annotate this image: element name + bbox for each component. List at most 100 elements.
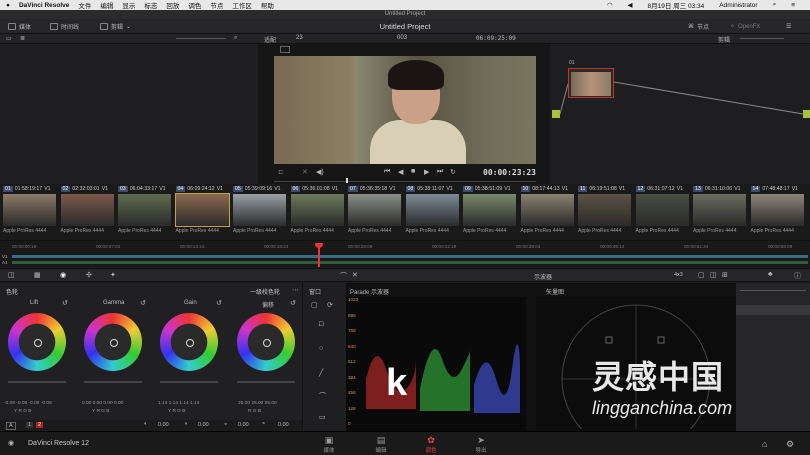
curve-window-icon[interactable]: ⌒ [319,391,326,401]
single-scope-icon[interactable]: ▢ [698,271,705,279]
gain-wheel[interactable] [160,313,218,371]
scrubber-playhead[interactable] [346,178,348,183]
lightbox-button[interactable]: ☰ [786,21,791,32]
rgb-mixer-icon[interactable]: ✣ [86,271,92,279]
clip-thumbnail[interactable]: 02 02:32:03:01 V1 Apple ProRes 4444 [59,184,116,240]
offset-values[interactable]: 25.00 25.00 25.00 [238,401,277,406]
menu-color[interactable]: 调色 [188,0,201,10]
clip-thumbnail[interactable]: 07 05:36:35:18 V1 Apple ProRes 4444 [346,184,403,240]
linear-window-icon[interactable]: ▢ [311,301,318,309]
pivot-value[interactable]: 0.00 [198,422,209,428]
node-01[interactable] [568,68,614,98]
info-row[interactable] [736,305,810,315]
node-mode[interactable]: 剪辑 [718,35,730,44]
viewer-mode-icon[interactable] [280,46,290,53]
page-one-button[interactable]: 1 [26,422,34,428]
lift-reset-icon[interactable]: ↺ [62,299,68,307]
clip-thumbnail[interactable]: 05 05:39:09:16 V1 Apple ProRes 4444 [231,184,288,240]
menu-help[interactable]: 帮助 [261,0,274,10]
nav-deliver[interactable]: ➤ 导出 [466,435,496,454]
gamma-master-slider[interactable] [84,381,142,383]
menu-workspace[interactable]: 工作区 [232,0,252,10]
wifi-icon[interactable]: ◠ [607,1,613,9]
list-icon[interactable]: ≡ [791,2,795,9]
curves-icon[interactable]: ⌒ [340,271,347,281]
menu-mark[interactable]: 标志 [144,0,157,10]
lift-master-slider[interactable] [8,381,66,383]
openfx-button[interactable]: ✧ OpenFX [730,21,760,32]
offset-master-slider[interactable] [237,381,295,383]
clip-thumbnail[interactable]: 09 05:38:51:09 V1 Apple ProRes 4444 [461,184,518,240]
volume-icon[interactable]: ◀ [628,1,633,9]
quad-scope-icon[interactable]: ⊞ [722,271,728,279]
gain-values[interactable]: 1.14 1.14 1.14 1.14 [158,401,199,406]
auto-balance-button[interactable]: A [6,422,16,430]
app-menu[interactable]: DaVinci Resolve [19,2,69,9]
menu-view[interactable]: 显示 [122,0,135,10]
lift-values[interactable]: -0.08 -0.08 -0.08 -0.08 [4,401,52,406]
offset-wheel[interactable] [237,313,295,371]
video-frame[interactable] [274,56,536,164]
info-slider[interactable] [740,290,806,291]
wheel-mode[interactable]: 一级校色轮 [250,287,280,296]
search-icon[interactable]: ⌕ [773,1,777,9]
menu-file[interactable]: 文件 [78,0,91,10]
square-window-icon[interactable]: □ [319,321,323,328]
timeline-ruler[interactable]: 00:00:00:19 00:00:07:04 00:00:13:14 00:00:1… [12,244,810,252]
zoom-value[interactable]: 23 [296,35,303,41]
viewer-fit[interactable]: 适配 [264,35,276,44]
circle-window-icon[interactable]: ○ [319,345,323,352]
viewer-scrubber[interactable] [274,181,536,182]
gradient-window-icon[interactable]: ▭ [319,413,326,421]
panel-toggle-icon[interactable]: ▭ [6,35,12,42]
last-frame-icon[interactable]: ⏭ [437,168,443,176]
menu-nodes[interactable]: 节点 [210,0,223,10]
clip-thumbnail[interactable]: 08 05:38:11:07 V1 Apple ProRes 4444 [404,184,461,240]
ab-icon[interactable]: ⊏ [278,168,284,176]
color-wheels-icon[interactable]: ◉ [60,271,66,279]
hue-value[interactable]: 0.00 [278,422,289,428]
scope-ratio[interactable]: 4x3 [674,272,683,278]
info-icon[interactable]: ⓘ [794,271,801,281]
gamma-values[interactable]: 0.00 0.00 0.00 0.00 [82,401,123,406]
x-icon[interactable]: ✕ [302,168,308,176]
clip-index[interactable]: 003 [397,35,407,41]
menu-playback[interactable]: 回放 [166,0,179,10]
clip-thumbnail[interactable]: 12 06:31:07:12 V1 Apple ProRes 4444 [634,184,691,240]
search-icon[interactable]: ⌕ [234,35,237,42]
more-icon[interactable]: ⋯ [292,286,299,294]
color-match-icon[interactable]: ▦ [34,271,41,279]
stop-icon[interactable]: ■ [411,168,415,175]
clip-thumbnail[interactable]: 14 07:48:48:17 V1 Apple ProRes 4444 [749,184,806,240]
clip-thumbnail[interactable]: 03 06:04:33:17 V1 Apple ProRes 4444 [116,184,173,240]
clip-thumbnail[interactable]: 01 01:58:19:17 V1 Apple ProRes 4444 [1,184,58,240]
dual-scope-icon[interactable]: ◫ [710,271,717,279]
camera-raw-icon[interactable]: ◫ [8,271,15,279]
first-frame-icon[interactable]: ⏮ [384,168,390,176]
play-icon[interactable]: ▶ [424,168,429,176]
close-icon[interactable]: ✕ [352,271,358,279]
nav-color[interactable]: ✿ 调色 [416,435,446,454]
nav-media[interactable]: ▣ 媒体 [314,435,344,454]
offset-reset-icon[interactable]: ↺ [290,299,296,307]
menu-edit[interactable]: 编辑 [100,0,113,10]
lift-wheel[interactable] [8,313,66,371]
parade-selector[interactable]: Parade 示波器 [350,287,389,296]
nav-edit[interactable]: ▤ 编辑 [366,435,396,454]
clip-thumbnail[interactable]: 04 06:09:24:12 V1 Apple ProRes 4444 [174,184,231,240]
clip-thumbnail[interactable]: 06 05:36:01:08 V1 Apple ProRes 4444 [289,184,346,240]
play-reverse-icon[interactable]: ◀ [398,168,403,176]
home-icon[interactable]: ⌂ [762,439,767,449]
saturation-value[interactable]: 0.00 [238,422,249,428]
clip-thumbnail[interactable]: 11 06:19:51:08 V1 Apple ProRes 4444 [576,184,633,240]
video-track[interactable] [12,255,808,258]
page-two-button[interactable]: 2 [36,422,44,428]
volume-icon[interactable]: ◀) [316,168,324,176]
nodes-button[interactable]: ⌘ 节点 [688,21,709,32]
node-zoom-slider[interactable] [740,38,784,39]
audio-track[interactable] [12,261,808,264]
clock[interactable]: 8月19日 周三 03:34 [648,0,705,10]
polygon-window-icon[interactable]: ╱ [319,369,323,377]
list-view-icon[interactable]: ≣ [20,35,25,42]
clip-thumbnail[interactable]: 10 08:17:44:13 V1 Apple ProRes 4444 [519,184,576,240]
